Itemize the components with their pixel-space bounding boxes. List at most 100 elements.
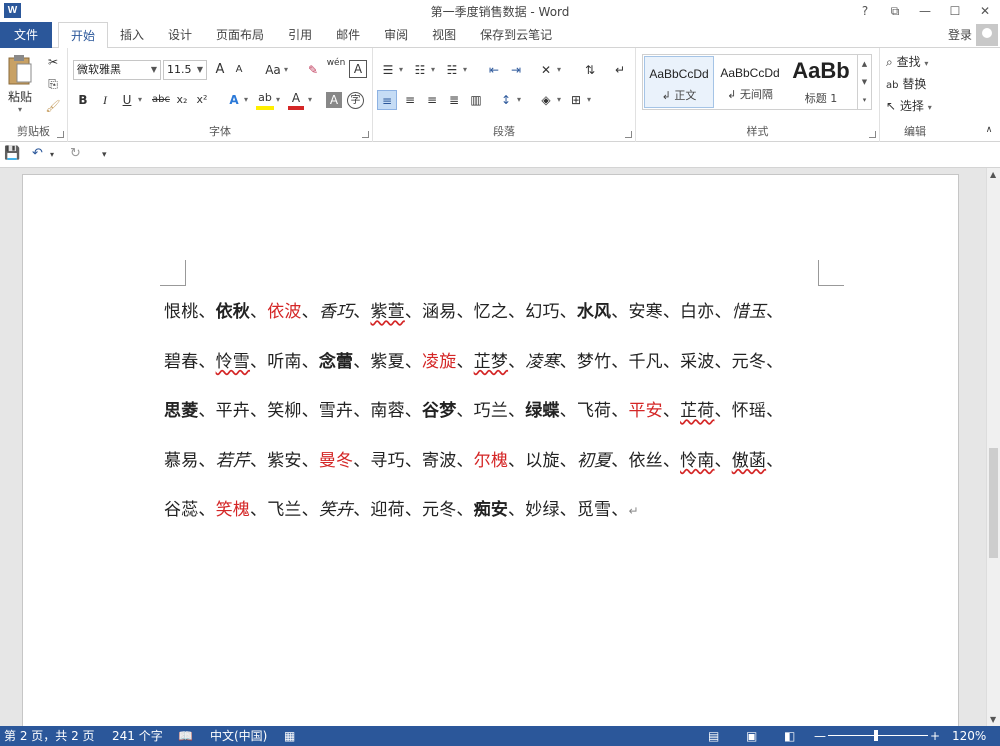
chevron-down-icon[interactable]: ▼ xyxy=(858,73,871,91)
formatted-name[interactable]: 谷梦 xyxy=(422,401,456,421)
text-line[interactable]: 恨桃、依秋、依波、香巧、紫萱、涵易、忆之、幻巧、水风、安寒、白亦、惜玉、 xyxy=(164,297,834,347)
text-effects-button[interactable]: A xyxy=(226,90,242,110)
language[interactable]: 中文(中国) xyxy=(210,726,267,746)
align-left-icon[interactable]: ≡ xyxy=(377,90,397,110)
text-run[interactable]: 、飞兰、 xyxy=(250,500,319,520)
formatted-name[interactable]: 惜玉 xyxy=(732,302,766,322)
text-run[interactable]: 、涵易、忆之、幻巧、 xyxy=(405,302,577,322)
find-button[interactable]: ⌕ 查找 ▾ xyxy=(886,52,950,72)
formatted-name[interactable]: 初夏 xyxy=(577,451,611,471)
formatted-name[interactable]: 水风 xyxy=(577,302,611,322)
pinyin-guide-button[interactable]: wén xyxy=(326,58,346,78)
scroll-thumb[interactable] xyxy=(989,448,998,558)
styles-launcher-icon[interactable] xyxy=(869,131,876,138)
bold-button[interactable]: B xyxy=(76,90,90,110)
text-run[interactable]: 、 xyxy=(302,302,319,322)
paste-button[interactable]: 粘贴 ▾ xyxy=(4,54,36,114)
zoom-out-button[interactable]: — xyxy=(814,726,826,746)
formatted-name[interactable]: 怜南 xyxy=(680,451,714,471)
minimize-icon[interactable]: — xyxy=(910,0,940,22)
web-layout-icon[interactable]: ◧ xyxy=(784,726,795,746)
scroll-up-icon[interactable]: ▲ xyxy=(990,170,996,179)
subscript-button[interactable]: x₂ xyxy=(174,90,190,110)
tab-view[interactable]: 视图 xyxy=(420,22,468,48)
cut-icon[interactable]: ✂ xyxy=(44,52,62,72)
formatted-name[interactable]: 曼冬 xyxy=(319,451,353,471)
undo-icon[interactable]: ↶ xyxy=(32,146,43,161)
text-run[interactable]: 、 xyxy=(250,302,267,322)
italic-button[interactable]: I xyxy=(98,90,112,110)
char-shading-button[interactable]: A xyxy=(326,92,342,108)
clipboard-launcher-icon[interactable] xyxy=(57,131,64,138)
text-run[interactable]: 、妙绿、觅雪、 xyxy=(508,500,628,520)
chevron-down-icon[interactable]: ▾ xyxy=(136,90,144,110)
formatted-name[interactable]: 痴安 xyxy=(474,500,508,520)
formatted-name[interactable]: 依秋 xyxy=(216,302,250,322)
formatted-name[interactable]: 若芹 xyxy=(216,451,250,471)
print-layout-icon[interactable]: ▣ xyxy=(746,726,757,746)
char-border-button[interactable]: A xyxy=(349,60,367,78)
chevron-down-icon[interactable]: ▾ xyxy=(555,90,563,110)
avatar[interactable] xyxy=(976,24,998,46)
shading-icon[interactable]: ◈ xyxy=(537,90,555,110)
line-spacing-icon[interactable]: ↕ xyxy=(497,90,515,110)
formatted-name[interactable]: 笑槐 xyxy=(216,500,250,520)
align-center-icon[interactable]: ≡ xyxy=(401,90,419,110)
text-run[interactable]: 、 xyxy=(766,302,783,322)
chevron-down-icon[interactable]: ▾ xyxy=(306,90,314,110)
formatted-name[interactable]: 念蕾 xyxy=(319,352,353,372)
formatted-name[interactable]: 芷梦 xyxy=(474,352,508,372)
chevron-down-icon[interactable]: ▾ xyxy=(282,60,290,80)
formatted-name[interactable]: 傲菡 xyxy=(732,451,766,471)
highlight-button[interactable]: ab xyxy=(256,90,274,110)
chevron-down-icon[interactable]: ▾ xyxy=(242,90,250,110)
justify-icon[interactable]: ≣ xyxy=(445,90,463,110)
font-size-combo[interactable]: 11.5 ▼ xyxy=(163,60,207,80)
chevron-down-icon[interactable]: ▾ xyxy=(50,150,54,159)
tab-insert[interactable]: 插入 xyxy=(108,22,156,48)
text-run[interactable]: 、梦竹、千凡、采波、元冬、 xyxy=(560,352,784,372)
text-run[interactable]: 、紫夏、 xyxy=(353,352,422,372)
text-run[interactable]: 、依丝、 xyxy=(611,451,680,471)
zoom-in-button[interactable]: + xyxy=(930,726,940,746)
strikethrough-button[interactable]: abc xyxy=(150,90,172,110)
formatted-name[interactable]: 思菱 xyxy=(164,401,198,421)
text-run[interactable]: 、怀瑶、 xyxy=(714,401,783,421)
formatted-name[interactable]: 依波 xyxy=(267,302,301,322)
text-run[interactable]: 、 xyxy=(508,352,525,372)
zoom-level[interactable]: 120% xyxy=(952,726,986,746)
scroll-down-icon[interactable]: ▼ xyxy=(990,715,996,724)
font-color-button[interactable]: A xyxy=(288,90,304,110)
text-run[interactable]: 、紫安、 xyxy=(250,451,319,471)
style-heading-1[interactable]: AaBb 标题 1 xyxy=(786,56,856,108)
close-icon[interactable]: ✕ xyxy=(970,0,1000,22)
change-case-button[interactable]: Aa xyxy=(262,60,284,80)
word-count[interactable]: 241 个字 xyxy=(112,726,163,746)
superscript-button[interactable]: x² xyxy=(194,90,210,110)
style-normal[interactable]: AaBbCcDd ↲ 正文 xyxy=(644,56,714,108)
proofing-icon[interactable]: 📖 xyxy=(178,726,193,746)
paragraph-launcher-icon[interactable] xyxy=(625,131,632,138)
more-icon[interactable]: ▾ xyxy=(858,91,871,109)
enclose-char-button[interactable]: 字 xyxy=(347,92,364,109)
text-run[interactable]: 、安寒、白亦、 xyxy=(611,302,731,322)
style-no-spacing[interactable]: AaBbCcDd ↲ 无间隔 xyxy=(715,56,785,108)
clear-format-icon[interactable]: ✎ xyxy=(304,60,322,80)
replace-button[interactable]: ab 替换 xyxy=(886,74,950,94)
distributed-icon[interactable]: ▥ xyxy=(467,90,485,110)
numbering-icon[interactable]: ☷ xyxy=(411,60,429,80)
text-run[interactable]: 、 xyxy=(766,451,783,471)
formatted-name[interactable]: 绿蝶 xyxy=(525,401,559,421)
chevron-down-icon[interactable]: ▾ xyxy=(397,60,405,80)
login-link[interactable]: 登录 xyxy=(948,22,972,48)
ribbon-display-icon[interactable]: ⧉ xyxy=(880,0,910,22)
chevron-down-icon[interactable]: ▾ xyxy=(461,60,469,80)
text-run[interactable]: 、巧兰、 xyxy=(456,401,525,421)
chevron-up-icon[interactable]: ▲ xyxy=(858,55,871,73)
formatted-name[interactable]: 凌旋 xyxy=(422,352,456,372)
macro-icon[interactable]: ▦ xyxy=(284,726,295,746)
text-line[interactable]: 思菱、平卉、笑柳、雪卉、南蓉、谷梦、巧兰、绿蝶、飞荷、平安、芷荷、怀瑶、 xyxy=(164,396,834,446)
copy-icon[interactable]: ⎘ xyxy=(44,74,62,94)
vertical-scrollbar[interactable]: ▲ ▼ xyxy=(986,168,1000,726)
maximize-icon[interactable]: ☐ xyxy=(940,0,970,22)
